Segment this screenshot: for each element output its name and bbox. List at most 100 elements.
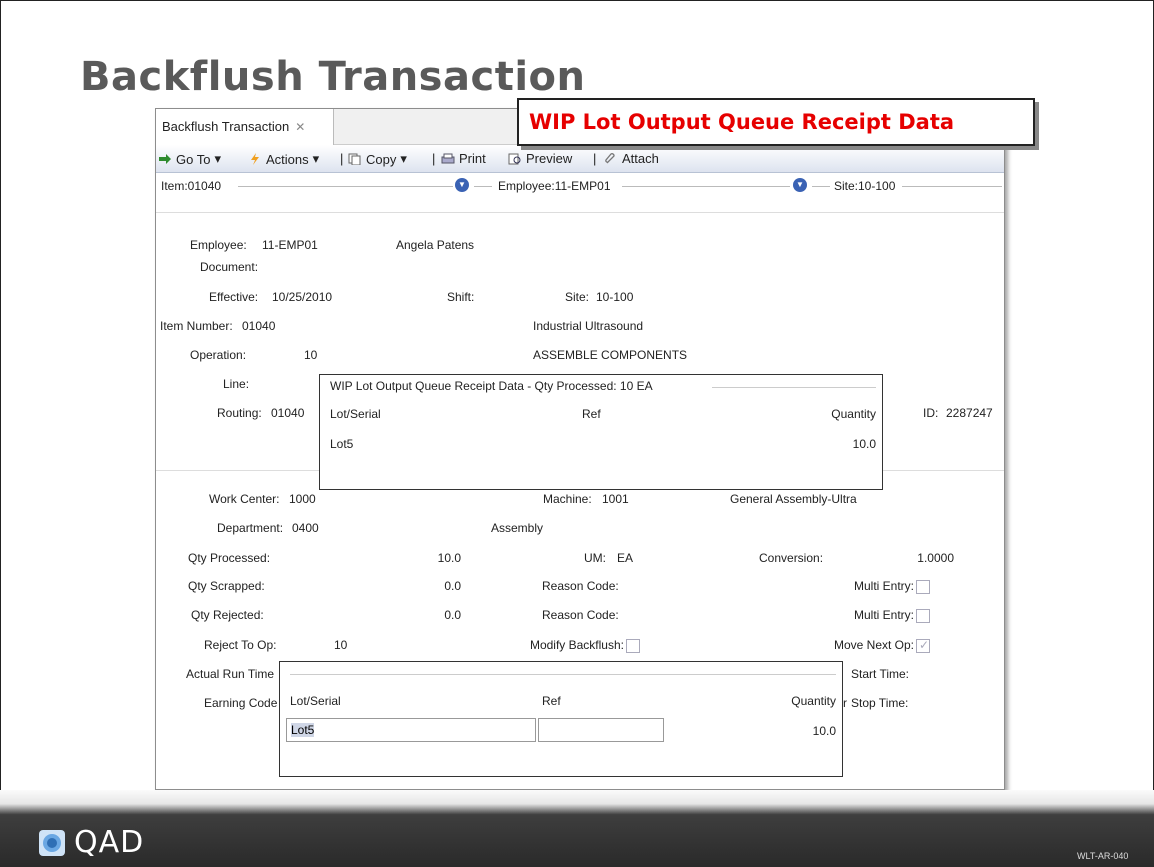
breadcrumb-item[interactable]: Item:01040	[161, 179, 221, 193]
preview-button[interactable]: Preview	[508, 151, 572, 166]
work-center-label: Work Center:	[209, 492, 280, 506]
item-number-value: 01040	[242, 319, 276, 333]
toolbar-divider: |	[432, 151, 436, 166]
title-divider	[290, 674, 836, 675]
id-label: ID:	[923, 406, 939, 420]
multi-entry-label: Multi Entry:	[853, 608, 914, 622]
goto-button[interactable]: Go To ▾	[158, 151, 221, 167]
stop-time-prefix: r	[843, 696, 847, 710]
quantity-header: Quantity	[831, 407, 876, 421]
move-next-op-checkbox[interactable]	[916, 638, 930, 653]
reason-code-label: Reason Code:	[542, 608, 619, 622]
toolbar: Go To ▾ Actions ▾ | Copy ▾ | Print Preview …	[156, 145, 1004, 173]
footer-band	[0, 790, 1154, 867]
chevron-down-icon[interactable]: ▼	[793, 178, 807, 192]
qty-scrapped-value: 0.0	[444, 579, 461, 593]
quantity-header: Quantity	[791, 694, 836, 708]
preview-icon	[508, 153, 521, 164]
multi-entry-label: Multi Entry:	[853, 579, 914, 593]
slide-code: WLT-AR-040	[1077, 851, 1129, 861]
lot-serial-header: Lot/Serial	[330, 407, 381, 421]
shift-label: Shift:	[447, 290, 475, 304]
callout-box: WIP Lot Output Queue Receipt Data	[517, 98, 1035, 146]
goto-label: Go To	[176, 151, 211, 167]
title-divider	[712, 387, 876, 388]
popup-title: WIP Lot Output Queue Receipt Data - Qty …	[330, 379, 653, 393]
employee-name: Angela Patens	[396, 238, 475, 252]
machine-description: General Assembly-Ultra	[730, 492, 857, 506]
toolbar-divider: |	[340, 151, 344, 166]
preview-label: Preview	[526, 151, 573, 166]
logo-text: QAD	[74, 825, 145, 860]
quantity-cell: 10.0	[812, 724, 836, 738]
breadcrumb-site[interactable]: Site:10-100	[834, 179, 895, 193]
actions-button[interactable]: Actions ▾	[248, 151, 319, 167]
operation-label: Operation:	[190, 348, 247, 362]
tab-backflush-transaction[interactable]: Backflush Transaction ✕	[156, 109, 334, 145]
breadcrumb-employee[interactable]: Employee:11-EMP01	[498, 179, 611, 193]
logo-icon	[39, 829, 65, 856]
breadcrumb-divider	[902, 186, 1002, 187]
print-button[interactable]: Print	[441, 151, 486, 166]
employee-label: Employee:	[190, 238, 247, 252]
document-label: Document:	[200, 260, 259, 274]
routing-label: Routing:	[217, 406, 262, 420]
item-description: Industrial Ultrasound	[533, 319, 644, 333]
multi-entry-checkbox[interactable]	[916, 609, 930, 623]
modify-backflush-checkbox[interactable]	[626, 639, 640, 653]
close-icon[interactable]: ✕	[295, 120, 305, 134]
qad-logo: QAD	[38, 825, 144, 860]
breadcrumb-divider	[238, 186, 453, 187]
department-description: Assembly	[491, 521, 544, 535]
conversion-value: 1.0000	[917, 551, 954, 565]
reason-code-label: Reason Code:	[542, 579, 619, 593]
breadcrumb-divider	[474, 186, 492, 187]
operation-value: 10	[304, 348, 318, 362]
toolbar-divider: |	[593, 151, 597, 166]
effective-value: 10/25/2010	[272, 290, 333, 304]
actions-label: Actions	[266, 151, 309, 167]
reject-to-op-value: 10	[334, 638, 348, 652]
machine-value: 1001	[602, 492, 629, 506]
breadcrumb: Item:01040 ▼ Employee:11-EMP01 ▼ Site:10…	[156, 173, 1004, 213]
dropdown-icon: ▾	[214, 151, 221, 166]
tab-label: Backflush Transaction	[162, 119, 290, 134]
lot-serial-header: Lot/Serial	[290, 694, 341, 708]
qty-scrapped-label: Qty Scrapped:	[188, 579, 265, 593]
stop-time-label: Stop Time:	[851, 696, 909, 710]
ref-input[interactable]	[538, 718, 664, 742]
ref-header: Ref	[582, 407, 601, 421]
um-value: EA	[617, 551, 634, 565]
site-label: Site:	[565, 290, 590, 304]
id-value: 2287247	[946, 406, 993, 420]
qty-processed-label: Qty Processed:	[188, 551, 271, 565]
reject-to-op-label: Reject To Op:	[204, 638, 277, 652]
department-value: 0400	[292, 521, 319, 535]
lot-serial-entry-popup: Lot/Serial Ref Quantity Lot5 10.0	[279, 661, 843, 777]
dropdown-icon: ▾	[312, 151, 320, 166]
multi-entry-checkbox[interactable]	[916, 580, 930, 594]
qty-processed-value: 10.0	[437, 551, 461, 565]
machine-label: Machine:	[543, 492, 592, 506]
effective-label: Effective:	[209, 290, 259, 304]
chevron-down-icon[interactable]: ▼	[455, 178, 469, 192]
attach-button[interactable]: Attach	[604, 151, 659, 166]
print-icon	[441, 153, 455, 163]
lightning-icon	[251, 153, 259, 165]
quantity-cell: 10.0	[852, 437, 876, 451]
copy-button[interactable]: Copy ▾	[348, 151, 407, 167]
breadcrumb-divider	[812, 186, 830, 187]
backflush-window: Backflush Transaction ✕ Go To ▾ Actions ▾ |…	[155, 108, 1005, 790]
site-value: 10-100	[596, 290, 634, 304]
line-label: Line:	[223, 377, 250, 391]
conversion-label: Conversion:	[759, 551, 824, 565]
operation-description: ASSEMBLE COMPONENTS	[533, 348, 688, 362]
work-center-value: 1000	[289, 492, 316, 506]
ref-header: Ref	[542, 694, 561, 708]
modify-backflush-label: Modify Backflush:	[529, 638, 624, 652]
paperclip-icon	[605, 152, 615, 163]
dropdown-icon: ▾	[400, 151, 407, 166]
copy-label: Copy	[366, 151, 397, 167]
earning-code-label: Earning Code	[204, 696, 278, 710]
lot-serial-input[interactable]: Lot5	[286, 718, 536, 742]
